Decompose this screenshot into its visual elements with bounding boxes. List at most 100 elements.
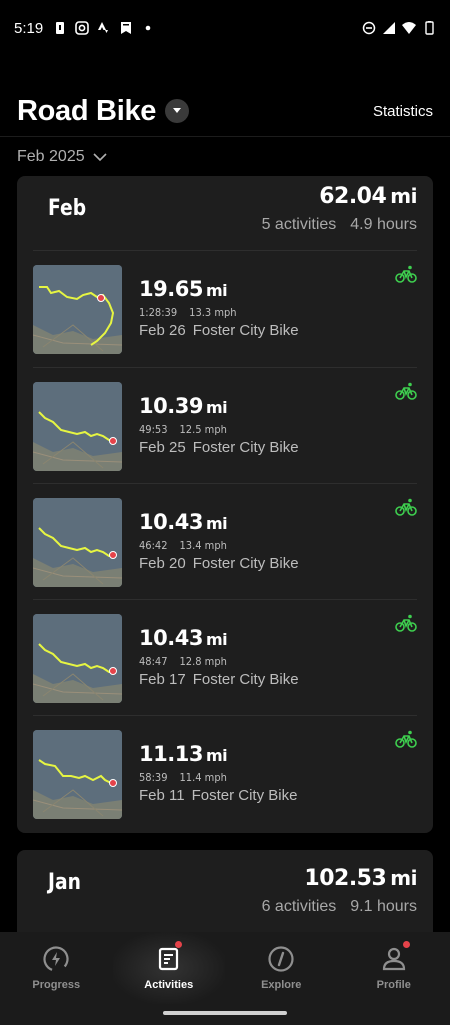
profile-icon xyxy=(382,947,405,971)
route-map-thumbnail[interactable] xyxy=(33,382,122,471)
activities-badge xyxy=(174,941,182,948)
nav-profile-label: Profile xyxy=(376,979,411,991)
activity-speed: 12.8 mph xyxy=(179,655,227,668)
route-map-thumbnail[interactable] xyxy=(33,265,122,354)
month-total-distance: 62.04 mi xyxy=(319,184,417,209)
activity-duration: 46:42 xyxy=(139,539,168,552)
activity-distance: 10.39 mi xyxy=(139,394,299,418)
month-filter-dropdown[interactable]: Feb 2025 xyxy=(17,148,107,166)
activity-distance-unit: mi xyxy=(205,398,228,417)
route-map-thumbnail[interactable] xyxy=(33,614,122,703)
route-end-marker xyxy=(109,667,117,675)
dot-icon xyxy=(145,25,151,31)
nav-explore[interactable]: Explore xyxy=(225,932,338,1004)
activity-distance: 19.65 mi xyxy=(139,277,299,301)
month-label: Feb xyxy=(48,196,87,221)
chevron-down-icon xyxy=(93,152,107,161)
activity-speed: 13.4 mph xyxy=(179,539,227,552)
month-hours: 4.9 hours xyxy=(350,216,417,233)
route-map-thumbnail[interactable] xyxy=(33,730,122,819)
month-summary-stats: 5 activities 4.9 hours xyxy=(262,216,417,234)
activity-distance-value: 11.13 xyxy=(139,742,203,766)
bike-icon xyxy=(395,382,417,400)
home-gesture-handle[interactable] xyxy=(163,1011,287,1015)
activity-name: Foster City Bike xyxy=(192,322,299,339)
nav-activities-label: Activities xyxy=(144,979,194,991)
activity-speed: 13.3 mph xyxy=(189,306,237,319)
page-header: Road Bike Statistics xyxy=(17,88,433,134)
activity-info: 19.65 mi 1:28:39 13.3 mph Feb 26 Foster C… xyxy=(139,277,299,339)
profile-badge xyxy=(402,941,410,948)
activity-duration: 58:39 xyxy=(139,771,168,784)
route-map xyxy=(33,614,122,703)
activity-name: Foster City Bike xyxy=(191,787,298,804)
month-total-value: 62.04 xyxy=(319,184,387,209)
activity-meta: Feb 17 Foster City Bike xyxy=(139,671,299,688)
battery-saver-icon xyxy=(56,22,65,34)
route-map xyxy=(33,382,122,471)
activity-row[interactable]: 19.65 mi 1:28:39 13.3 mph Feb 26 Foster C… xyxy=(33,251,417,367)
bike-icon xyxy=(395,265,417,283)
nav-activities[interactable]: Activities xyxy=(112,932,225,1004)
month-filter-label: Feb 2025 xyxy=(17,148,85,165)
activity-name: Foster City Bike xyxy=(192,439,299,456)
activity-row[interactable]: 10.39 mi 49:53 12.5 mph Feb 25 Foster Cit… xyxy=(33,367,417,483)
month-label: Jan xyxy=(48,870,81,895)
nav-profile[interactable]: Profile xyxy=(338,932,450,1004)
activity-distance: 10.43 mi xyxy=(139,626,299,650)
activity-meta: Feb 20 Foster City Bike xyxy=(139,555,299,572)
activity-row[interactable]: 10.43 mi 48:47 12.8 mph Feb 17 Foster Cit… xyxy=(33,599,417,715)
signal-icon xyxy=(383,22,395,34)
bottom-navigation: Progress Activities Explore Profile xyxy=(0,932,450,1004)
activity-distance-value: 10.39 xyxy=(139,394,203,418)
route-end-marker xyxy=(109,437,117,445)
compass-icon xyxy=(268,946,294,972)
activity-meta: Feb 25 Foster City Bike xyxy=(139,439,299,456)
month-summary: Feb 62.04 mi 5 activities 4.9 hours xyxy=(17,176,433,250)
bike-icon xyxy=(395,614,417,632)
month-total-unit: mi xyxy=(390,866,417,890)
activity-stats: 46:42 13.4 mph xyxy=(139,539,299,552)
status-time: 5:19 xyxy=(14,19,44,37)
activity-row[interactable]: 11.13 mi 58:39 11.4 mph Feb 11 Foster Cit… xyxy=(33,715,417,831)
bookmark-icon xyxy=(121,22,132,34)
battery-icon xyxy=(425,21,434,35)
month-hours: 9.1 hours xyxy=(350,898,417,915)
status-bar: 5:19 xyxy=(0,0,450,56)
caret-down-icon xyxy=(173,108,182,113)
month-total-unit: mi xyxy=(390,184,417,208)
route-end-marker xyxy=(109,779,117,787)
instagram-icon xyxy=(75,21,90,35)
wifi-icon xyxy=(402,22,416,34)
activity-stats: 58:39 11.4 mph xyxy=(139,771,297,784)
route-map-thumbnail[interactable] xyxy=(33,498,122,587)
activity-distance-value: 10.43 xyxy=(139,626,203,650)
month-total-distance: 102.53 mi xyxy=(304,866,417,891)
route-map xyxy=(33,265,122,354)
activity-info: 10.43 mi 46:42 13.4 mph Feb 20 Foster Cit… xyxy=(139,510,299,572)
statistics-link[interactable]: Statistics xyxy=(373,103,433,120)
month-summary-stats: 6 activities 9.1 hours xyxy=(262,898,417,916)
month-summary: Jan 102.53 mi 6 activities 9.1 hours xyxy=(17,850,433,924)
activity-info: 10.43 mi 48:47 12.8 mph Feb 17 Foster Cit… xyxy=(139,626,299,688)
activity-speed: 11.4 mph xyxy=(179,771,227,784)
activity-row[interactable]: 10.43 mi 46:42 13.4 mph Feb 20 Foster Cit… xyxy=(33,483,417,599)
nav-progress[interactable]: Progress xyxy=(0,932,113,1004)
month-activity-count: 6 activities xyxy=(261,898,337,915)
activity-distance-unit: mi xyxy=(205,746,228,765)
activity-distance-unit: mi xyxy=(205,281,228,300)
activity-distance-value: 10.43 xyxy=(139,510,203,534)
activity-meta: Feb 11 Foster City Bike xyxy=(139,787,297,804)
activity-speed: 12.5 mph xyxy=(179,423,227,436)
sport-dropdown-button[interactable] xyxy=(165,99,190,123)
activity-duration: 49:53 xyxy=(139,423,168,436)
activity-meta: Feb 26 Foster City Bike xyxy=(139,322,299,339)
activity-duration: 1:28:39 xyxy=(139,306,178,319)
nav-progress-label: Progress xyxy=(32,979,81,991)
activity-date: Feb 20 xyxy=(139,555,186,572)
activity-distance: 11.13 mi xyxy=(139,742,297,766)
activity-date: Feb 25 xyxy=(139,439,186,456)
activity-stats: 1:28:39 13.3 mph xyxy=(139,306,299,319)
activity-distance-unit: mi xyxy=(205,514,228,533)
activity-info: 10.39 mi 49:53 12.5 mph Feb 25 Foster Cit… xyxy=(139,394,299,456)
